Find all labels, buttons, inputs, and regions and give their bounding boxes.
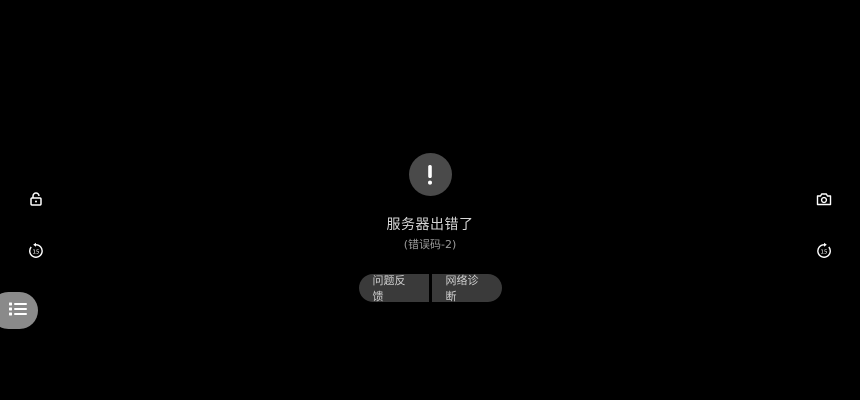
error-panel: 服务器出错了 (错误码-2) 问题反馈 网络诊断 — [0, 153, 860, 303]
video-player: 15 15 服务器出错了 (错误码-2) 问题反馈 网络诊断 — [0, 0, 860, 400]
network-diagnose-button[interactable]: 网络诊断 — [431, 274, 502, 303]
feedback-button[interactable]: 问题反馈 — [358, 274, 429, 303]
error-title: 服务器出错了 — [386, 217, 474, 233]
error-actions: 问题反馈 网络诊断 — [358, 274, 502, 303]
list-icon — [9, 301, 27, 321]
error-code: (错误码-2) — [403, 238, 457, 251]
exclamation-icon — [408, 153, 452, 196]
